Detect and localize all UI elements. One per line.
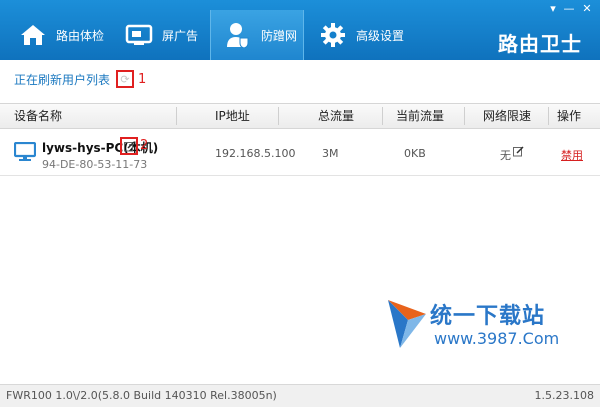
device-ip: 192.168.5.100 — [215, 147, 296, 160]
column-divider — [278, 107, 279, 125]
brand-logo: 路由卫士 — [498, 32, 582, 56]
refresh-button[interactable]: ⟳ — [116, 70, 135, 88]
tab-advanced-settings[interactable]: 高级设置 — [318, 10, 418, 60]
gear-icon — [318, 22, 348, 48]
column-divider — [548, 107, 549, 125]
header-bar: 路由体检 屏广告 防蹭网 高级设置 路由卫士 ▾ — ✕ — [0, 0, 600, 60]
user-shield-icon — [223, 22, 253, 48]
watermark-logo-icon — [388, 300, 426, 348]
home-icon — [18, 22, 48, 48]
column-divider — [176, 107, 177, 125]
tab-router-check[interactable]: 路由体检 — [18, 10, 124, 60]
device-current-traffic: 0KB — [404, 147, 426, 160]
tab-label: 屏广告 — [162, 28, 199, 43]
edit-name-button[interactable] — [120, 137, 138, 155]
computer-icon — [13, 141, 37, 162]
column-divider — [464, 107, 465, 125]
disable-device-link[interactable]: 禁用 — [561, 147, 583, 163]
status-text: 正在刷新用户列表 — [14, 72, 111, 87]
status-bar: FWR100 1.0\/2.0(5.8.0 Build 140310 Rel.3… — [0, 384, 600, 407]
annotation-marker-2: 2 — [140, 138, 149, 153]
annotation-marker-1: 1 — [138, 71, 147, 87]
device-speed-limit: 无 — [500, 149, 511, 162]
column-divider — [382, 107, 383, 125]
watermark: 统一下载站 www.3987.Com — [386, 296, 566, 356]
tab-anti-leech[interactable]: 防蹭网 — [210, 10, 304, 60]
table-header: 设备名称 IP地址 总流量 当前流量 网络限速 操作 — [0, 103, 600, 129]
edit-icon — [123, 140, 135, 151]
column-header-ip: IP地址 — [215, 109, 250, 123]
refresh-icon: ⟳ — [120, 72, 130, 86]
column-header-speed-limit: 网络限速 — [483, 109, 532, 123]
tab-label: 路由体检 — [56, 28, 105, 43]
edit-icon — [513, 146, 524, 157]
tab-label: 高级设置 — [356, 28, 405, 43]
column-header-action: 操作 — [557, 109, 582, 123]
tab-label: 防蹭网 — [261, 28, 298, 43]
table-row: lyws-hys-PC(本机) 2 94-DE-80-53-11-73 192.… — [0, 130, 600, 176]
app-version: 1.5.23.108 — [534, 389, 594, 402]
column-header-device-name: 设备名称 — [14, 109, 63, 123]
close-button[interactable]: ✕ — [578, 2, 596, 16]
firmware-version: FWR100 1.0\/2.0(5.8.0 Build 140310 Rel.3… — [6, 389, 277, 402]
edit-limit-button[interactable] — [513, 146, 524, 160]
column-header-current-traffic: 当前流量 — [396, 109, 445, 123]
ad-block-icon — [124, 22, 154, 48]
column-header-total-traffic: 总流量 — [318, 109, 355, 123]
device-total-traffic: 3M — [322, 147, 339, 160]
minimize-button[interactable]: — — [560, 2, 578, 16]
status-line: 正在刷新用户列表 ⟳ 1 — [14, 70, 146, 88]
watermark-url: www.3987.Com — [434, 329, 560, 348]
tab-ad-block[interactable]: 屏广告 — [124, 10, 210, 60]
device-mac: 94-DE-80-53-11-73 — [42, 158, 148, 171]
watermark-text: 统一下载站 — [430, 304, 546, 329]
